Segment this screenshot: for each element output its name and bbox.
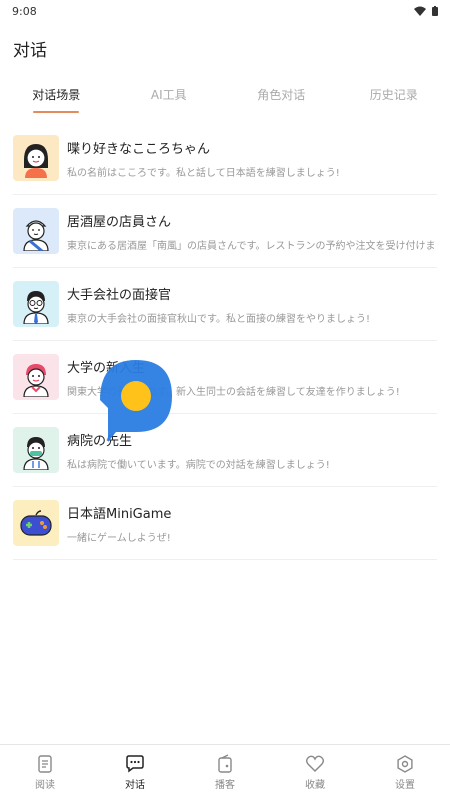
tab-scenes[interactable]: 对话场景 xyxy=(0,84,113,116)
doctor-avatar-icon xyxy=(13,427,59,473)
item-title: 居酒屋の店員さん xyxy=(67,214,172,230)
item-desc: 一緒にゲームしようぜ! xyxy=(67,532,171,544)
heart-icon xyxy=(306,755,324,772)
nav-item-podcast[interactable]: 播客 xyxy=(180,745,270,800)
gamepad-icon xyxy=(13,500,59,546)
wifi-icon xyxy=(414,6,426,16)
tab-role-chat[interactable]: 角色对话 xyxy=(225,84,338,116)
list-item-freshman[interactable]: 大学の新入生 関東大学の新入生です。新入生同士の会話を練習して友達を作りましょう… xyxy=(13,341,437,414)
nav-label: 收藏 xyxy=(305,780,325,791)
item-title: 大手会社の面接官 xyxy=(67,287,172,303)
nav-item-favorites[interactable]: 收藏 xyxy=(270,745,360,800)
nav-item-read[interactable]: 阅读 xyxy=(0,745,90,800)
item-desc: 私の名前はこころです。私と話して日本語を練習しましょう! xyxy=(67,167,340,179)
nav-item-settings[interactable]: 设置 xyxy=(360,745,450,800)
list-item-interviewer[interactable]: 大手会社の面接官 東京の大手会社の面接官秋山です。私と面接の練習をやりましょう! xyxy=(13,268,437,341)
girl-avatar-icon xyxy=(13,135,59,181)
item-desc: 関東大学の新入生です。新入生同士の会話を練習して友達を作りましょう! xyxy=(67,386,400,398)
list-item-doctor[interactable]: 病院の先生 私は病院で働いています。病院での対話を練習しましょう! xyxy=(13,414,437,487)
nav-label: 阅读 xyxy=(35,780,55,791)
document-icon xyxy=(38,755,52,773)
item-desc: 東京にある居酒屋「南風」の店員さんです。レストランの予約や注文を受け付けま xyxy=(67,240,436,252)
item-desc: 東京の大手会社の面接官秋山です。私と面接の練習をやりましょう! xyxy=(67,313,371,325)
status-time: 9:08 xyxy=(12,4,37,18)
list-item-izakaya[interactable]: 居酒屋の店員さん 東京にある居酒屋「南風」の店員さんです。レストランの予約や注文… xyxy=(13,195,437,268)
status-icons xyxy=(414,6,438,16)
bottom-nav: 阅读 对话 播客 收藏 设置 xyxy=(0,744,450,800)
list-item-minigame[interactable]: 日本語MiniGame 一緒にゲームしようぜ! xyxy=(13,487,437,560)
student-avatar-icon xyxy=(13,354,59,400)
tab-bar: 对话场景 AI工具 角色对话 历史记录 xyxy=(0,84,450,116)
battery-icon xyxy=(432,6,438,16)
interviewer-avatar-icon xyxy=(13,281,59,327)
page-title: 对话 xyxy=(13,41,47,61)
tab-ai-tools[interactable]: AI工具 xyxy=(113,84,226,116)
scene-list: 喋り好きなこころちゃん 私の名前はこころです。私と話して日本語を練習しましょう!… xyxy=(13,122,437,560)
nav-label: 播客 xyxy=(215,780,235,791)
item-title: 喋り好きなこころちゃん xyxy=(67,141,211,157)
item-desc: 私は病院で働いています。病院での対話を練習しましょう! xyxy=(67,459,330,471)
settings-icon xyxy=(397,755,413,773)
list-item-kokoro[interactable]: 喋り好きなこころちゃん 私の名前はこころです。私と話して日本語を練習しましょう! xyxy=(13,122,437,195)
podcast-icon xyxy=(218,754,232,773)
chat-icon xyxy=(126,755,144,773)
nav-label: 设置 xyxy=(395,780,415,791)
nav-label: 对话 xyxy=(125,780,145,791)
item-title: 大学の新入生 xyxy=(67,360,146,376)
status-bar: 9:08 xyxy=(0,0,450,22)
waiter-avatar-icon xyxy=(13,208,59,254)
nav-item-chat[interactable]: 对话 xyxy=(90,745,180,800)
tab-history[interactable]: 历史记录 xyxy=(338,84,450,116)
item-title: 日本語MiniGame xyxy=(67,506,172,522)
item-title: 病院の先生 xyxy=(67,433,133,449)
